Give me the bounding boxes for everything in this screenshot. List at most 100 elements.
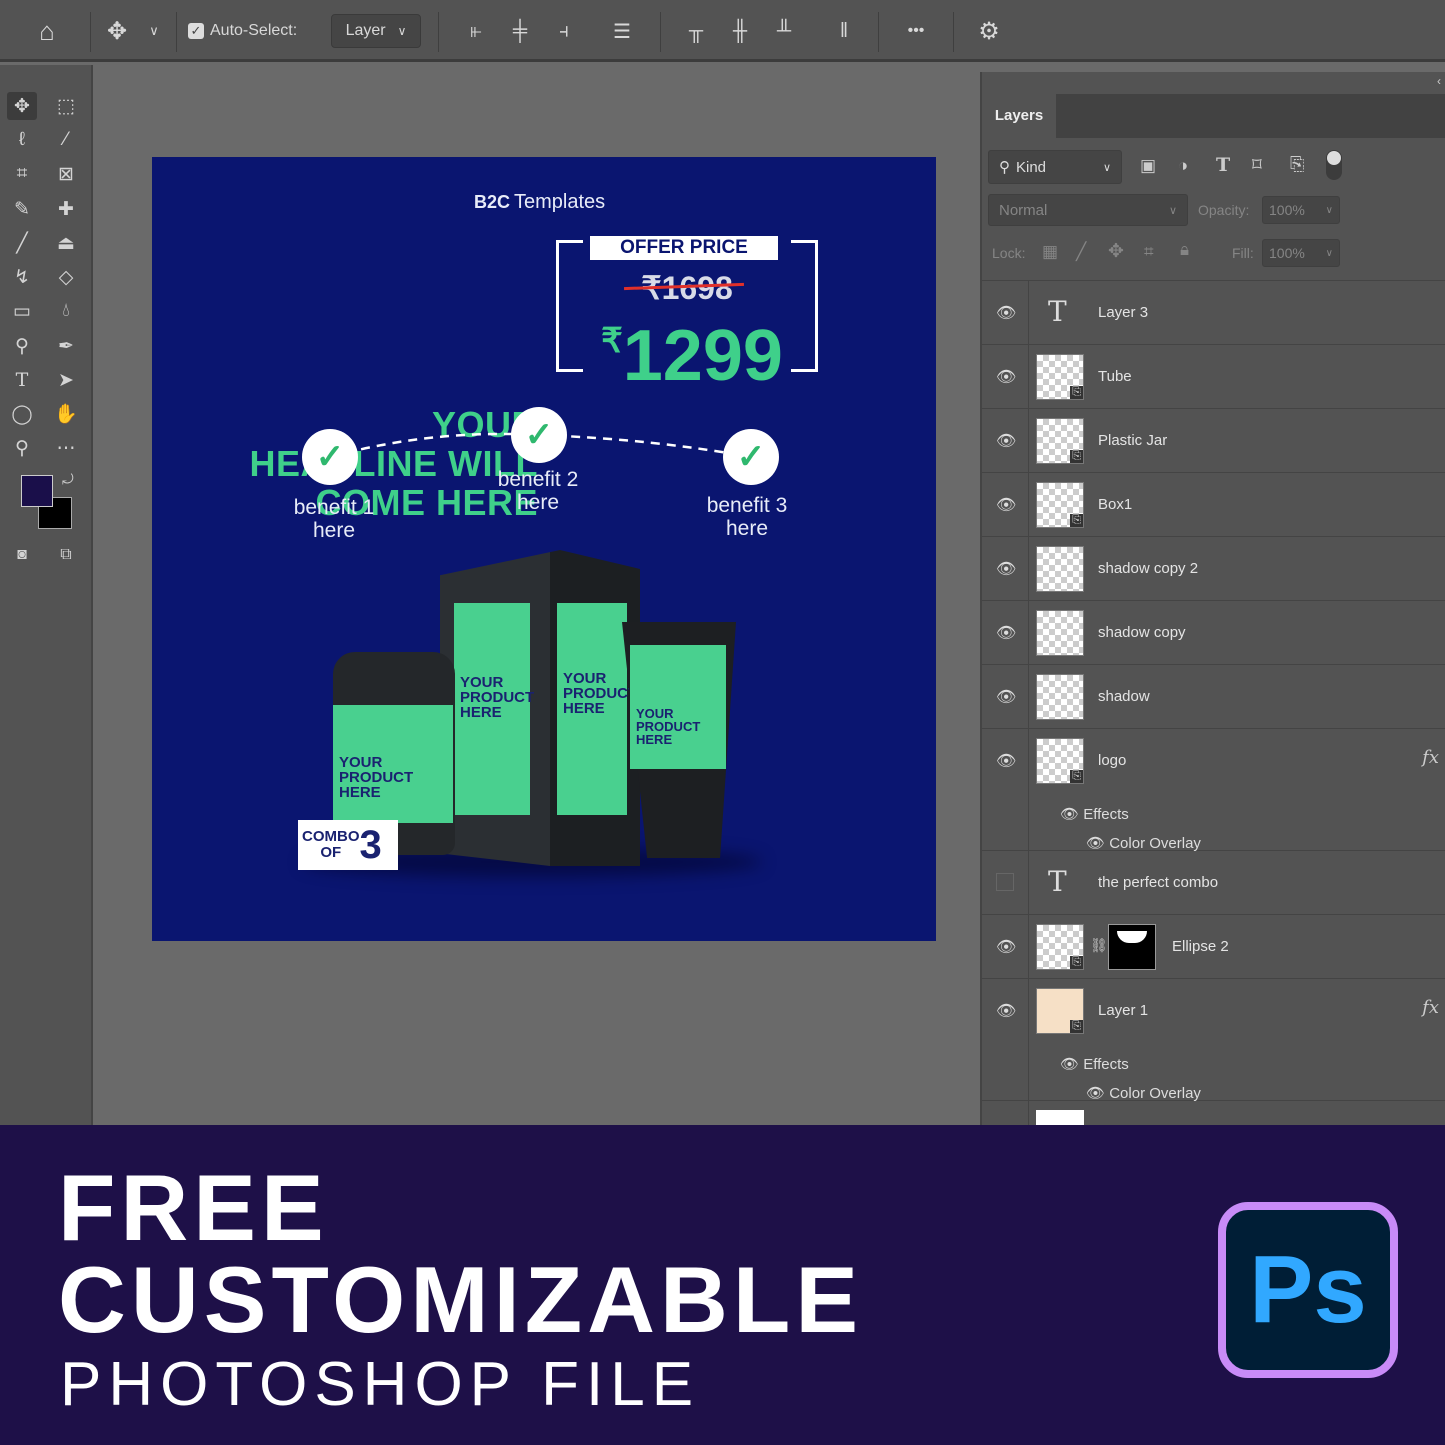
ps-logo-text: Ps — [1249, 1236, 1367, 1343]
visibility-eye-icon[interactable]: 👁︎ — [996, 937, 1016, 957]
visibility-toggle-off[interactable] — [996, 873, 1014, 891]
magic-wand-tool-icon[interactable]: ⁄ — [51, 126, 81, 154]
filter-type-icon[interactable]: T — [1216, 154, 1230, 176]
history-brush-tool-icon[interactable]: ↯ — [7, 263, 37, 291]
lock-image-pixels-icon[interactable]: ╱ — [1076, 242, 1086, 262]
layer-row[interactable]: 👁︎ shadow copy 2 — [982, 537, 1445, 601]
frame-tool-icon[interactable]: ⊠ — [51, 160, 81, 188]
fx-badge-icon[interactable]: fx — [1422, 997, 1439, 1018]
color-overlay-row[interactable]: 👁︎ Color Overlay — [1086, 834, 1201, 852]
visibility-eye-icon[interactable]: 👁︎ — [996, 687, 1016, 707]
healing-brush-tool-icon[interactable]: ✚ — [51, 195, 81, 223]
layer-row[interactable]: 👁︎ ⎘ Layer 1 fx 👁︎ Effects 👁︎ Color Overlay — [982, 979, 1445, 1102]
distribute-horizontal-icon[interactable]: ‖ — [830, 14, 858, 48]
chevron-down-icon[interactable]: ∨ — [144, 14, 164, 48]
filter-toggle[interactable] — [1326, 150, 1342, 180]
divider — [1028, 851, 1029, 914]
type-tool-icon[interactable]: T — [7, 366, 37, 394]
fill-value: 100% — [1269, 245, 1305, 261]
align-bottom-icon[interactable]: ╨ — [770, 14, 798, 48]
align-top-icon[interactable]: ╥ — [682, 14, 710, 48]
visibility-eye-icon[interactable]: 👁︎ — [996, 495, 1016, 515]
dodge-tool-icon[interactable]: ⚲ — [7, 332, 37, 360]
zoom-tool-icon[interactable]: ⚲ — [7, 434, 37, 462]
banner-title-line-1: FREE — [58, 1155, 329, 1260]
layer-row[interactable]: 👁︎ ⎘ Plastic Jar — [982, 409, 1445, 473]
blend-mode-dropdown[interactable]: Normal ∨ — [988, 194, 1188, 226]
align-left-icon[interactable]: ⫦ — [462, 14, 490, 48]
layer-row[interactable]: 👁︎ ⎘ Box1 — [982, 473, 1445, 537]
label-text: PRODUCT — [339, 769, 414, 786]
visibility-eye-icon[interactable]: 👁︎ — [996, 1001, 1016, 1021]
lock-transparent-pixels-icon[interactable]: ▦ — [1042, 242, 1058, 262]
align-right-icon[interactable]: ⫞ — [550, 14, 578, 48]
align-vertical-center-icon[interactable]: ╫ — [726, 14, 754, 48]
brush-tool-icon[interactable]: ╱ — [7, 229, 37, 257]
fx-badge-icon[interactable]: fx — [1422, 747, 1439, 768]
foreground-color-swatch[interactable] — [21, 475, 53, 507]
more-tools-icon[interactable]: ⋯ — [51, 434, 81, 462]
marquee-tool-icon[interactable]: ⬚ — [51, 92, 81, 120]
swap-colors-icon[interactable]: ⤾ — [62, 471, 74, 488]
more-options-icon[interactable]: ••• — [898, 14, 934, 48]
mask-shape — [1117, 931, 1147, 943]
align-horizontal-center-icon[interactable]: ╪ — [506, 14, 534, 48]
visibility-eye-icon[interactable]: 👁︎ — [996, 751, 1016, 771]
auto-select-target-dropdown[interactable]: Layer ∨ — [331, 14, 421, 48]
visibility-eye-icon[interactable]: 👁︎ — [996, 303, 1016, 323]
gear-icon[interactable]: ⚙ — [972, 14, 1006, 48]
layer-row[interactable]: 👁︎ ⎘ logo fx 👁︎ Effects 👁︎ Color Overlay — [982, 729, 1445, 852]
color-overlay-row[interactable]: 👁︎ Color Overlay — [1086, 1084, 1201, 1102]
home-icon[interactable]: ⌂ — [30, 14, 64, 48]
pen-tool-icon[interactable]: ✒ — [51, 332, 81, 360]
filter-smart-object-icon[interactable]: ⎘ — [1290, 154, 1304, 175]
lock-all-icon[interactable]: 🔒︎ — [1180, 240, 1189, 260]
auto-select-checkbox[interactable]: ✓ Auto-Select: — [188, 14, 297, 48]
box-label: YOUR PRODUCT HERE — [454, 603, 534, 815]
blur-tool-icon[interactable]: 💧︎ — [51, 297, 81, 325]
stamp-tool-icon[interactable]: ⏏ — [51, 229, 81, 257]
check-icon: ✓ — [302, 429, 358, 485]
divider — [1028, 665, 1029, 728]
layer-name: Layer 3 — [1098, 304, 1149, 321]
layer-name: shadow copy — [1098, 624, 1186, 641]
filter-pixel-icon[interactable]: ▣ — [1140, 156, 1156, 176]
hand-tool-icon[interactable]: ✋ — [51, 400, 81, 428]
visibility-eye-icon[interactable]: 👁︎ — [996, 367, 1016, 387]
artboard[interactable]: B2C Templates YOUR HEADLINE WILL COME HER… — [152, 157, 936, 941]
visibility-eye-icon[interactable]: 👁︎ — [996, 559, 1016, 579]
eyedropper-tool-icon[interactable]: ✎ — [7, 195, 37, 223]
visibility-eye-icon[interactable]: 👁︎ — [996, 623, 1016, 643]
layer-row[interactable]: 👁︎ T Layer 3 — [982, 281, 1445, 345]
lasso-tool-icon[interactable]: ℓ — [7, 126, 37, 154]
visibility-eye-icon[interactable]: 👁︎ — [996, 431, 1016, 451]
crop-tool-icon[interactable]: ⌗ — [7, 160, 37, 188]
opacity-input[interactable]: 100% ∨ — [1262, 196, 1340, 224]
filter-adjustment-icon[interactable]: ◑ — [1178, 156, 1188, 176]
quick-mask-icon[interactable]: ◙ — [7, 541, 37, 569]
lock-position-icon[interactable]: ✥ — [1108, 240, 1124, 263]
gradient-tool-icon[interactable]: ▭ — [7, 297, 37, 325]
layer-row[interactable]: 👁︎ ⎘ ⛓ Ellipse 2 — [982, 915, 1445, 979]
label-text: YOUR — [563, 670, 607, 687]
lock-artboard-icon[interactable]: ⌗ — [1144, 242, 1154, 262]
move-tool-icon[interactable]: ✥ — [100, 14, 134, 48]
layer-row[interactable]: Tthe perfect combo — [982, 851, 1445, 915]
fill-input[interactable]: 100% ∨ — [1262, 239, 1340, 267]
distribute-vertical-icon[interactable]: ☰ — [606, 14, 638, 48]
path-selection-tool-icon[interactable]: ➤ — [51, 366, 81, 394]
effects-row[interactable]: 👁︎ Effects — [1060, 1055, 1129, 1073]
effects-row[interactable]: 👁︎ Effects — [1060, 805, 1129, 823]
collapse-panel-icon[interactable]: ‹ — [1437, 74, 1441, 88]
move-tool-icon[interactable]: ✥ — [7, 92, 37, 120]
filter-kind-dropdown[interactable]: ⚲ Kind ∨ — [988, 150, 1122, 184]
eraser-tool-icon[interactable]: ◇ — [51, 263, 81, 291]
screen-mode-icon[interactable]: ⧉ — [51, 541, 81, 569]
layer-row[interactable]: 👁︎ shadow — [982, 665, 1445, 729]
tab-layers[interactable]: Layers — [982, 94, 1056, 138]
layer-row-partial[interactable] — [982, 1101, 1445, 1125]
ellipse-tool-icon[interactable]: ◯ — [7, 400, 37, 428]
filter-shape-icon[interactable]: ⌑ — [1252, 154, 1262, 177]
layer-row[interactable]: 👁︎ shadow copy — [982, 601, 1445, 665]
layer-row[interactable]: 👁︎ ⎘ Tube — [982, 345, 1445, 409]
